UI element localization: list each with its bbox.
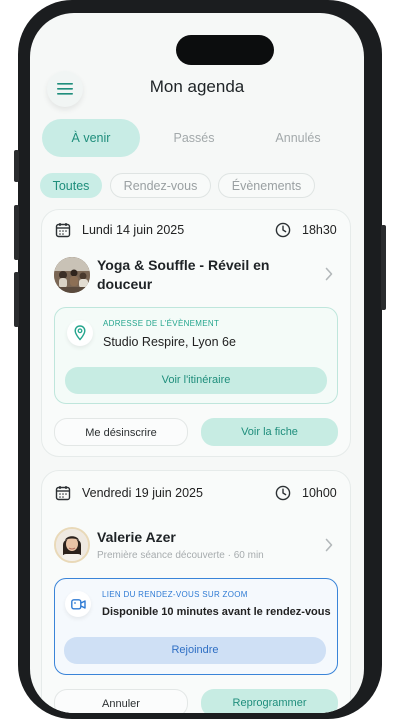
clock-icon	[275, 485, 291, 501]
tab-upcoming[interactable]: À venir	[42, 119, 140, 157]
event-date: Lundi 14 juin 2025	[82, 223, 185, 237]
event-address-box: ADRESSE DE L'ÉVÈNEMENT Studio Respire, L…	[54, 307, 338, 404]
phone-power-button	[381, 225, 386, 310]
tab-bar: À venir Passés Annulés	[42, 119, 352, 157]
zoom-label: LIEN DU RENDEZ-VOUS SUR ZOOM	[102, 590, 248, 599]
zoom-availability: Disponible 10 minutes avant le rendez-vo…	[102, 606, 331, 618]
chevron-right-icon[interactable]	[325, 267, 333, 281]
phone-side-button	[14, 205, 19, 260]
location-pin-icon	[74, 325, 86, 341]
event-card: Lundi 14 juin 2025 18h30 Yoga & Souffle …	[41, 209, 351, 457]
address-label: ADRESSE DE L'ÉVÈNEMENT	[103, 319, 220, 328]
avatar	[54, 527, 90, 563]
video-icon-wrap	[65, 591, 91, 617]
phone-side-button	[14, 150, 19, 182]
appointment-subtitle: Première séance découverte · 60 min	[97, 550, 264, 561]
clock-icon	[275, 222, 291, 238]
page-title: Mon agenda	[149, 77, 245, 96]
phone-side-button	[14, 272, 19, 327]
filter-events[interactable]: Évènements	[218, 173, 315, 198]
tab-cancelled[interactable]: Annulés	[248, 119, 348, 157]
appointment-date: Vendredi 19 juin 2025	[82, 486, 203, 500]
cancel-button[interactable]: Annuler	[54, 689, 188, 713]
appointment-card: Vendredi 19 juin 2025 10h00 Valerie Azer…	[41, 470, 351, 713]
video-camera-icon	[71, 599, 86, 610]
address-value: Studio Respire, Lyon 6e	[103, 335, 236, 349]
dynamic-island	[176, 35, 274, 65]
unsubscribe-button[interactable]: Me désinscrire	[54, 418, 188, 446]
join-button[interactable]: Rejoindre	[64, 637, 326, 664]
event-title-line2[interactable]: douceur	[97, 275, 152, 294]
calendar-icon	[55, 223, 71, 238]
event-thumbnail	[54, 257, 90, 293]
zoom-link-box: LIEN DU RENDEZ-VOUS SUR ZOOM Disponible …	[54, 578, 338, 675]
event-time: 18h30	[302, 223, 337, 237]
filter-appointments[interactable]: Rendez-vous	[110, 173, 211, 198]
chevron-right-icon[interactable]	[325, 538, 333, 552]
event-image	[54, 257, 90, 293]
location-icon-wrap	[67, 320, 93, 346]
appointment-time: 10h00	[302, 486, 337, 500]
view-details-button[interactable]: Voir la fiche	[201, 418, 338, 446]
practitioner-name[interactable]: Valerie Azer	[97, 528, 176, 547]
filter-all[interactable]: Toutes	[40, 173, 102, 198]
directions-button[interactable]: Voir l'itinéraire	[65, 367, 327, 394]
tab-past[interactable]: Passés	[145, 119, 243, 157]
reschedule-button[interactable]: Reprogrammer	[201, 689, 338, 713]
calendar-icon	[55, 486, 71, 501]
app-screen: Mon agenda À venir Passés Annulés Toutes…	[30, 13, 364, 713]
person-photo	[56, 529, 88, 561]
event-title-line1[interactable]: Yoga & Souffle - Réveil en	[97, 256, 307, 275]
